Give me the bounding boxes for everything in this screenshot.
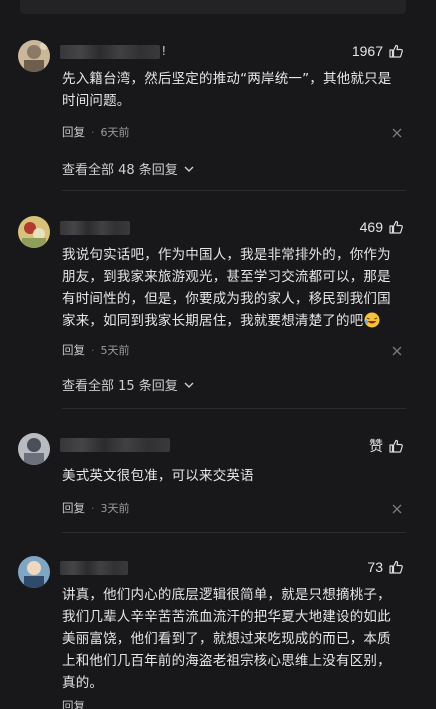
close-icon[interactable] <box>392 346 402 356</box>
like-button[interactable]: 赞 <box>369 436 404 456</box>
divider <box>62 190 406 191</box>
timestamp: 5天前 <box>100 344 130 357</box>
comment-text-line: 真的。 <box>62 675 104 691</box>
username-blurred[interactable] <box>60 438 170 452</box>
comment-text-line: 家来，如同到我家长期居住，我就要想清楚了的吧 <box>62 310 402 332</box>
comment-text-line: 美式英文很包准，可以来交英语 <box>62 468 254 484</box>
thumbs-up-icon <box>389 220 403 234</box>
timestamp: 3天前 <box>100 502 130 515</box>
close-icon[interactable] <box>392 128 402 138</box>
comment-text: 讲真，他们内心的底层逻辑很简单，就是只想摘桃子， 我们几辈人辛辛苦苦流血流汗的把… <box>62 584 402 694</box>
comment-text-line: 我们几辈人辛辛苦苦流血流汗的把华夏大地建设的如此 <box>62 609 391 625</box>
comment-text-line: 美丽富饶，他们看到了，就想过来吃现成的而已，本质 <box>62 631 391 647</box>
comment-text-line: 讲真，他们内心的底层逻辑很简单，就是只想摘桃子， <box>62 587 391 603</box>
like-count: 1967 <box>351 43 383 59</box>
laughing-emoji-icon <box>364 312 380 328</box>
like-count: 赞 <box>369 438 383 454</box>
view-all-replies-button[interactable]: 查看全部 15 条回复 <box>62 375 194 394</box>
comment-text-line: 上和他们几百年前的海盗老祖宗核心思维上没有区别， <box>62 653 391 669</box>
thumbs-up-icon <box>389 560 403 574</box>
comment-text-line: 朋友，到我家来旅游观光，甚至学习交流都可以，那是 <box>62 269 391 285</box>
divider <box>62 408 406 409</box>
reply-button[interactable]: 回复 <box>62 342 85 358</box>
close-icon[interactable] <box>392 504 402 514</box>
like-button[interactable]: 73 <box>367 559 404 575</box>
comment-text-line: 我说句实话吧，作为中国人，我是非常排外的，你作为 <box>62 247 391 263</box>
like-button[interactable]: 1967 <box>352 43 404 59</box>
avatar[interactable] <box>18 40 50 72</box>
comment-meta: 回复 · 6天前 <box>62 124 130 140</box>
like-count: 469 <box>359 219 383 235</box>
comment-meta: 回复 <box>62 698 85 709</box>
username-suffix: ! <box>162 43 166 58</box>
comment-text-line: 先入籍台湾，然后坚定的推动“两岸统一”，其他就只是 <box>62 71 392 87</box>
comment-text: 先入籍台湾，然后坚定的推动“两岸统一”，其他就只是 时间问题。 <box>62 68 402 112</box>
thumbs-up-icon <box>389 44 403 58</box>
comment-meta: 回复 · 3天前 <box>62 500 130 516</box>
comment-text: 我说句实话吧，作为中国人，我是非常排外的，你作为 朋友，到我家来旅游观光，甚至学… <box>62 244 402 332</box>
avatar[interactable] <box>18 556 50 588</box>
comment-text-line-content: 家来，如同到我家长期居住，我就要想清楚了的吧 <box>62 313 364 329</box>
separator-dot: · <box>91 501 95 515</box>
comment-text-line: 有时间性的，但是，你要成为我的家人，移民到我们国 <box>62 291 391 307</box>
timestamp: 6天前 <box>100 126 130 139</box>
reply-button[interactable]: 回复 <box>62 124 85 140</box>
view-all-replies-button[interactable]: 查看全部 48 条回复 <box>62 159 194 178</box>
like-count: 73 <box>367 559 383 575</box>
username-blurred[interactable] <box>60 221 130 235</box>
comment-text: 美式英文很包准，可以来交英语 <box>62 465 402 487</box>
view-all-replies-label: 查看全部 15 条回复 <box>62 379 178 394</box>
divider <box>62 532 406 533</box>
chevron-down-icon <box>184 166 194 172</box>
username-blurred[interactable] <box>60 45 160 59</box>
username-blurred[interactable] <box>60 561 128 575</box>
thumbs-up-icon <box>389 439 403 453</box>
like-button[interactable]: 469 <box>360 219 404 235</box>
avatar[interactable] <box>18 216 50 248</box>
chevron-down-icon <box>184 382 194 388</box>
comment-meta: 回复 · 5天前 <box>62 342 130 358</box>
reply-button[interactable]: 回复 <box>62 698 85 709</box>
separator-dot: · <box>91 343 95 357</box>
top-bar <box>20 0 406 14</box>
reply-button[interactable]: 回复 <box>62 500 85 516</box>
comment-text-line: 时间问题。 <box>62 93 131 109</box>
avatar[interactable] <box>18 433 50 465</box>
view-all-replies-label: 查看全部 48 条回复 <box>62 163 178 178</box>
separator-dot: · <box>91 125 95 139</box>
